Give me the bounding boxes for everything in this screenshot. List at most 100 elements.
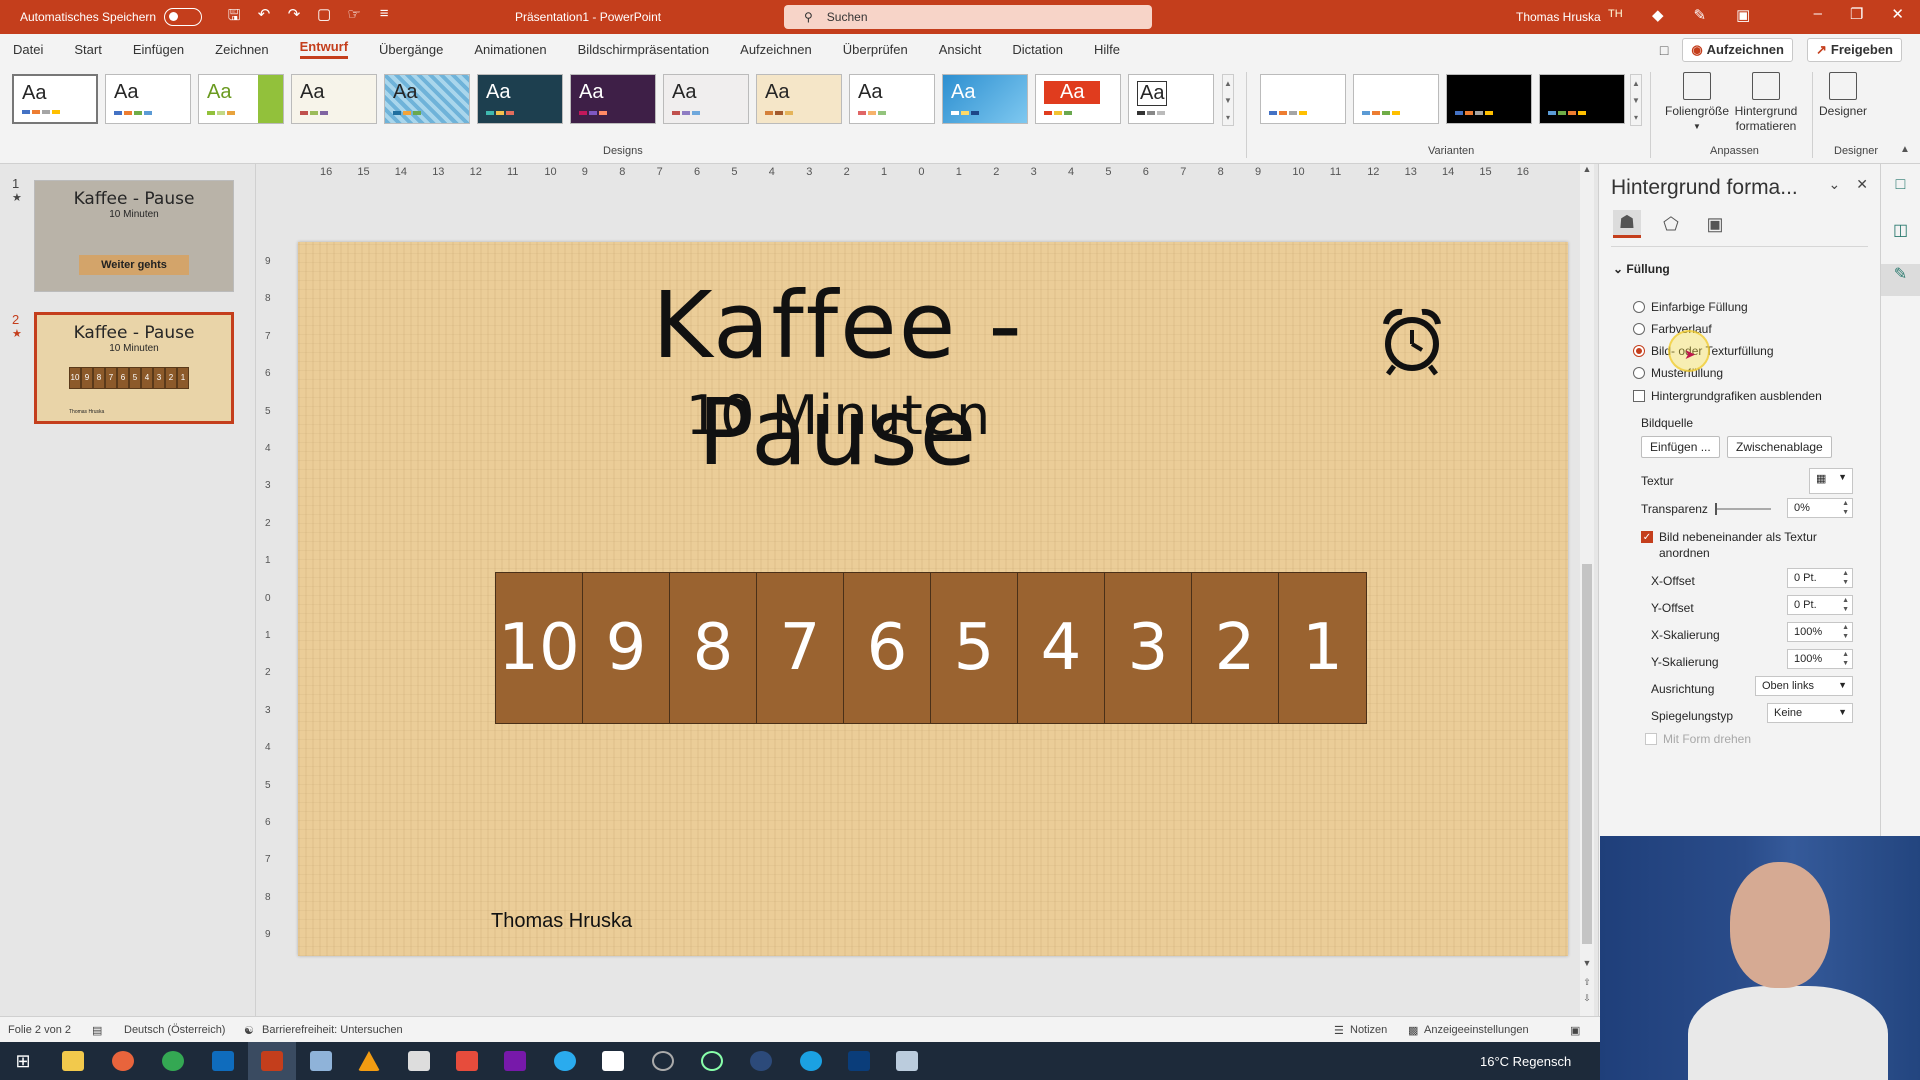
display-settings-icon[interactable]: ▩ (1408, 1024, 1418, 1037)
edge-icon[interactable] (800, 1051, 822, 1071)
notes-icon[interactable]: ☰ (1334, 1024, 1344, 1037)
onenote-icon[interactable] (504, 1051, 526, 1071)
outlook-icon[interactable] (212, 1051, 234, 1071)
ribbon-display-icon[interactable]: ▣ (1736, 6, 1750, 24)
slide-author[interactable]: Thomas Hruska (491, 910, 632, 933)
countdown-box[interactable]: 5 (931, 573, 1018, 723)
variant-thumbnail[interactable] (1353, 74, 1439, 124)
diamond-icon[interactable]: ◆ (1652, 6, 1664, 24)
app-icon[interactable] (456, 1051, 478, 1071)
chrome-icon[interactable] (162, 1051, 184, 1071)
scroll-down-icon[interactable]: ▼ (1580, 958, 1594, 968)
slide-size-button[interactable]: Foliengröße ▼ (1660, 72, 1734, 134)
variant-thumbnail[interactable] (1446, 74, 1532, 124)
pen-icon[interactable]: ✎ (1694, 6, 1707, 24)
avatar[interactable]: TH (1608, 8, 1623, 20)
theme-thumbnail[interactable]: Aa (384, 74, 470, 124)
variant-thumbnail[interactable] (1539, 74, 1625, 124)
theme-thumbnail[interactable]: Aa (477, 74, 563, 124)
chevron-up-icon[interactable]: ▲ (1223, 75, 1233, 92)
editor-scrollbar[interactable]: ▲ ▼ ⇧ ⇩ (1580, 164, 1594, 1016)
checkbox[interactable] (1633, 390, 1645, 402)
tab-start[interactable]: Start (74, 42, 101, 57)
fill-section-header[interactable]: ⌄ Füllung (1613, 262, 1670, 276)
touch-mode-icon[interactable]: ☞ (344, 5, 364, 30)
radio-button[interactable] (1633, 323, 1645, 335)
close-icon[interactable]: ✕ (1891, 5, 1904, 23)
next-slide-icon[interactable]: ⇩ (1580, 993, 1594, 1004)
countdown-box[interactable]: 1 (1279, 573, 1366, 723)
transparency-input[interactable]: 0% ▲ ▼ (1787, 498, 1853, 518)
theme-thumbnail[interactable]: Aa (849, 74, 935, 124)
theme-thumbnail[interactable]: Aa (198, 74, 284, 124)
spinner-icon[interactable]: ▲ ▼ (1842, 569, 1849, 587)
user-name[interactable]: Thomas Hruska (1516, 10, 1601, 24)
chevron-down-icon[interactable]: ▼ (1223, 92, 1233, 109)
app-icon[interactable] (652, 1051, 674, 1071)
countdown-box[interactable]: 10 (496, 573, 583, 723)
texture-picker[interactable]: ▦ ▼ (1809, 468, 1853, 494)
autosave-switch[interactable] (164, 8, 203, 26)
format-background-button[interactable]: Hintergrund formatieren (1729, 72, 1803, 134)
radio-button[interactable] (1633, 301, 1645, 313)
x-scale-input[interactable]: 100% ▲ ▼ (1787, 622, 1853, 642)
countdown-box[interactable]: 7 (757, 573, 844, 723)
share-button[interactable]: ↗ Freigeben (1806, 38, 1902, 62)
comments-icon[interactable]: □ (1660, 42, 1668, 58)
spinner-icon[interactable]: ▲ ▼ (1842, 596, 1849, 614)
radio-button[interactable] (1633, 345, 1645, 357)
scroll-thumb[interactable] (1582, 564, 1592, 944)
slide-subtitle[interactable]: 10 Minuten (598, 384, 1078, 447)
horizontal-ruler[interactable]: 16 15 14 13 12 11 10 9 8 7 6 5 4 3 2 1 0 1 2 3 4 5 6 7 8 9 10 11 12 1… (300, 166, 1572, 180)
vertical-ruler[interactable]: 9 8 7 6 5 4 3 2 1 0 1 2 3 4 5 6 7 8 9 (265, 240, 277, 960)
app-icon[interactable] (701, 1051, 723, 1071)
shapes-rail-icon[interactable]: ◫ (1881, 220, 1920, 252)
app-icon[interactable] (310, 1051, 332, 1071)
windows-start-icon[interactable]: ⊞ (12, 1051, 34, 1071)
redo-icon[interactable]: ↷ (284, 5, 304, 30)
countdown-box[interactable]: 3 (1105, 573, 1192, 723)
language-status[interactable]: Deutsch (Österreich) (124, 1024, 225, 1036)
file-explorer-icon[interactable] (62, 1051, 84, 1071)
tab-uebergaenge[interactable]: Übergänge (379, 42, 443, 57)
alarm-clock-icon[interactable] (1376, 304, 1448, 376)
slide-thumbnail-2[interactable]: Kaffee - Pause 10 Minuten 10 9 8 7 6 5 4 3 2 1 Th… (34, 312, 234, 424)
scroll-up-icon[interactable]: ▲ (1580, 164, 1594, 174)
more-icon[interactable]: ▾ (1223, 109, 1233, 126)
mirror-type-dropdown[interactable]: Keine ▼ (1767, 703, 1853, 723)
record-button[interactable]: ◉ Aufzeichnen (1682, 38, 1793, 62)
search-input[interactable]: ⚲ Suchen (784, 5, 1152, 29)
countdown-box[interactable]: 4 (1018, 573, 1105, 723)
theme-thumbnail[interactable]: Aa (570, 74, 656, 124)
alignment-dropdown[interactable]: Oben links ▼ (1755, 676, 1853, 696)
theme-thumbnail[interactable]: Aa (663, 74, 749, 124)
minimize-icon[interactable]: – (1814, 5, 1822, 23)
theme-thumbnail[interactable]: Aa (942, 74, 1028, 124)
format-rail-icon[interactable]: ✎ (1881, 264, 1920, 296)
theme-thumbnail[interactable]: Aa (291, 74, 377, 124)
tab-ansicht[interactable]: Ansicht (939, 42, 982, 57)
slide-thumbnail-1[interactable]: Kaffee - Pause 10 Minuten Weiter gehts (34, 180, 234, 292)
clipboard-button[interactable]: Zwischenablage (1727, 436, 1832, 458)
restore-icon[interactable]: ❐ (1850, 5, 1863, 23)
firefox-icon[interactable] (112, 1051, 134, 1071)
theme-thumbnail[interactable]: Aa (1128, 74, 1214, 124)
slide-canvas[interactable]: Kaffee - Pause 10 Minuten 10 9 8 7 6 5 4… (298, 242, 1568, 956)
prev-slide-icon[interactable]: ⇧ (1580, 977, 1594, 988)
notes-button[interactable]: Notizen (1350, 1024, 1387, 1036)
tab-dictation[interactable]: Dictation (1012, 42, 1063, 57)
designer-button[interactable]: Designer (1806, 72, 1880, 119)
slide-title[interactable]: Kaffee - Pause (548, 272, 1128, 486)
tab-hilfe[interactable]: Hilfe (1094, 42, 1120, 57)
countdown-box[interactable]: 2 (1192, 573, 1279, 723)
effects-pentagon-icon[interactable]: ⬠ (1657, 210, 1685, 238)
vlc-icon[interactable] (358, 1051, 380, 1071)
display-settings-button[interactable]: Anzeigeeinstellungen (1424, 1024, 1529, 1036)
y-offset-input[interactable]: 0 Pt. ▲ ▼ (1787, 595, 1853, 615)
tab-einfuegen[interactable]: Einfügen (133, 42, 184, 57)
countdown-box[interactable]: 9 (583, 573, 670, 723)
theme-thumbnail[interactable]: Aa (756, 74, 842, 124)
tab-aufzeichnen[interactable]: Aufzeichnen (740, 42, 812, 57)
proofing-icon[interactable]: ▤ (92, 1024, 102, 1037)
insert-button[interactable]: Einfügen ... (1641, 436, 1720, 458)
